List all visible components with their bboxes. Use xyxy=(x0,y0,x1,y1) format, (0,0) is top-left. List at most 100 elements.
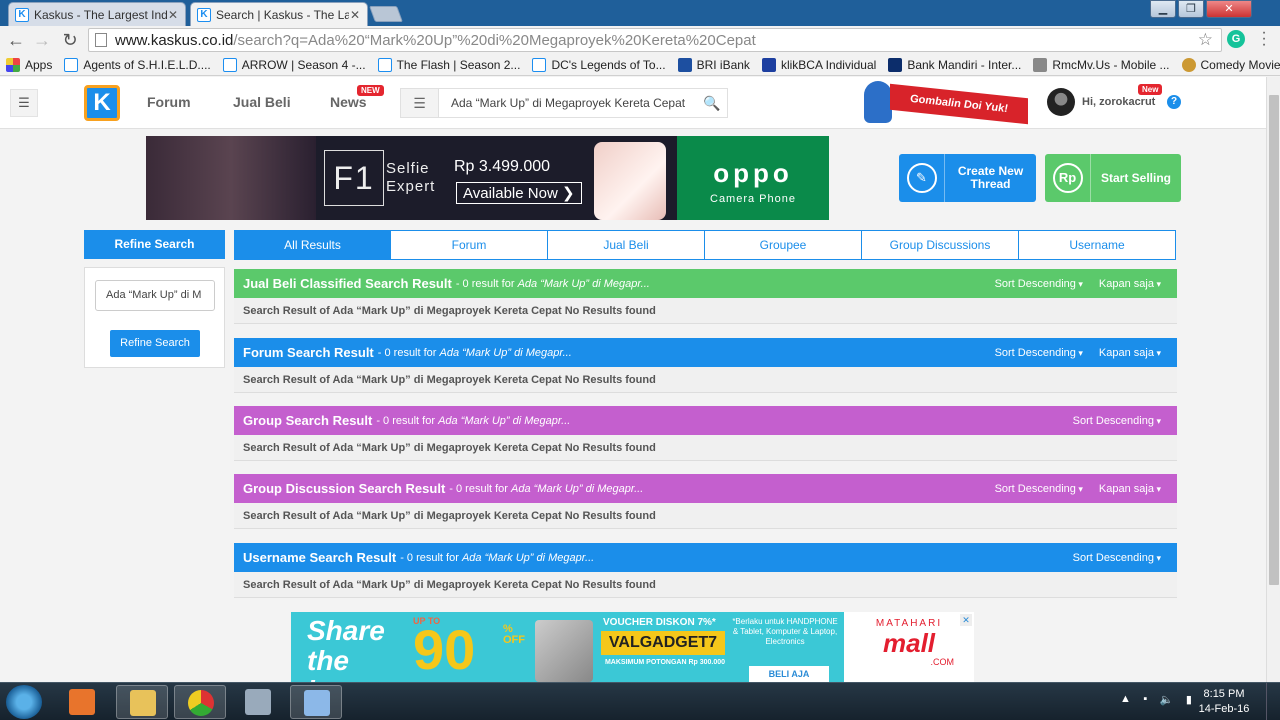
create-new-thread-button[interactable]: ✎ Create New Thread xyxy=(899,154,1036,202)
time-dropdown[interactable]: Kapan saja xyxy=(1099,278,1161,290)
volume-icon[interactable]: 🔈 xyxy=(1160,693,1174,711)
ad-berlaku: *Berlaku untuk HANDPHONE & Tablet, Kompu… xyxy=(732,617,838,646)
reload-icon[interactable]: ↻ xyxy=(60,30,80,50)
kaskus-logo[interactable]: K xyxy=(84,85,120,121)
bri-icon xyxy=(677,57,692,72)
tab-all-results[interactable]: All Results xyxy=(234,230,391,260)
page-scrollbar[interactable] xyxy=(1266,77,1280,682)
clock-date: 14-Feb-16 xyxy=(1198,703,1250,715)
bookmark-item[interactable]: ARROW | Season 4 -... xyxy=(222,57,366,72)
user-greeting[interactable]: Hi, zorokacrut xyxy=(1082,96,1155,108)
taskbar-explorer[interactable] xyxy=(116,685,168,719)
sort-dropdown[interactable]: Sort Descending xyxy=(1073,552,1161,564)
browser-toolbar: ← → ↻ www.kaskus.co.id/search?q=Ada%20“M… xyxy=(0,25,1280,54)
nav-jual-beli[interactable]: Jual Beli xyxy=(233,94,291,110)
browser-tab-kaskus-home[interactable]: K Kaskus - The Largest Indo ✕ xyxy=(8,2,186,26)
search-category-menu-icon[interactable]: ☰ xyxy=(401,89,439,117)
gombalin-promo[interactable]: Gombalin Doi Yuk! xyxy=(860,81,1030,127)
ad-phone-image xyxy=(535,620,593,682)
bookmark-item[interactable]: RmcMv.Us - Mobile ... xyxy=(1033,57,1170,72)
hamburger-menu-icon[interactable]: ☰ xyxy=(10,89,38,117)
oppo-banner-ad[interactable]: F1 Selfie Expert Rp 3.499.000 Available N… xyxy=(146,136,829,220)
calculator-icon xyxy=(245,689,271,715)
refine-search-input[interactable]: Ada “Mark Up” di M xyxy=(95,280,215,311)
bookmarks-bar: Apps Agents of S.H.I.E.L.D.... ARROW | S… xyxy=(0,54,1280,76)
tray-expand-icon[interactable]: ▲ xyxy=(1120,693,1131,711)
grammarly-extension-icon[interactable]: G xyxy=(1227,30,1245,48)
sort-dropdown[interactable]: Sort Descending xyxy=(995,483,1083,495)
signal-icon[interactable]: ▮ xyxy=(1186,693,1192,711)
taskbar-paint[interactable] xyxy=(290,685,342,719)
tab-groupee[interactable]: Groupee xyxy=(705,230,862,260)
bookmark-item[interactable]: klikBCA Individual xyxy=(761,57,876,72)
bookmark-label: Comedy Movies | Tri... xyxy=(1200,57,1280,72)
search-input[interactable]: Ada “Mark Up” di Megaproyek Kereta Cepat xyxy=(439,96,697,110)
address-bar[interactable]: www.kaskus.co.id/search?q=Ada%20“Mark%20… xyxy=(88,28,1222,52)
group-discussion-results-section: Group Discussion Search Result - 0 resul… xyxy=(234,474,1177,529)
minimize-button[interactable]: ▁ xyxy=(1150,0,1176,18)
restore-button[interactable]: ❐ xyxy=(1178,0,1204,18)
mandiri-icon xyxy=(888,57,903,72)
new-tab-button[interactable] xyxy=(369,6,403,22)
kaskus-icon xyxy=(64,57,79,72)
taskbar-calculator[interactable] xyxy=(232,685,284,719)
section-header: Group Discussion Search Result - 0 resul… xyxy=(234,474,1177,503)
time-dropdown[interactable]: Kapan saja xyxy=(1099,483,1161,495)
sort-dropdown[interactable]: Sort Descending xyxy=(995,278,1083,290)
bookmark-item[interactable]: Agents of S.H.I.E.L.D.... xyxy=(64,57,211,72)
search-icon[interactable]: 🔍 xyxy=(697,95,727,112)
taskbar-chrome[interactable] xyxy=(174,685,226,719)
taskbar-clock[interactable]: 8:15 PM 14-Feb-16 xyxy=(1196,687,1252,717)
bookmark-star-icon[interactable]: ☆ xyxy=(1198,30,1213,50)
clock-time: 8:15 PM xyxy=(1203,688,1245,700)
show-desktop-button[interactable] xyxy=(1266,683,1280,720)
tab-username[interactable]: Username xyxy=(1019,230,1176,260)
bookmark-item[interactable]: Comedy Movies | Tri... xyxy=(1181,57,1280,72)
sort-dropdown[interactable]: Sort Descending xyxy=(1073,415,1161,427)
refine-search-panel: Ada “Mark Up” di M Refine Search xyxy=(84,267,225,368)
mascot-icon xyxy=(864,81,892,123)
forward-arrow-icon[interactable]: → xyxy=(32,30,52,50)
tab-jual-beli[interactable]: Jual Beli xyxy=(548,230,705,260)
start-button[interactable] xyxy=(6,685,42,719)
tab-close-icon[interactable]: ✕ xyxy=(167,8,179,22)
section-header: Group Search Result - 0 result for Ada “… xyxy=(234,406,1177,435)
back-arrow-icon[interactable]: ← xyxy=(6,30,26,50)
nav-forum[interactable]: Forum xyxy=(147,94,191,110)
taskbar-media-player[interactable] xyxy=(56,685,108,719)
section-header: Forum Search Result - 0 result for Ada “… xyxy=(234,338,1177,367)
nav-news[interactable]: News xyxy=(330,94,367,110)
bookmark-label: BRI iBank xyxy=(696,57,750,72)
pencil-icon: ✎ xyxy=(906,163,937,193)
chrome-icon xyxy=(188,690,214,716)
section-meta: - 0 result for Ada “Mark Up” di Megapr..… xyxy=(400,552,594,564)
help-icon[interactable]: ? xyxy=(1167,95,1181,109)
section-body: Search Result of Ada “Mark Up” di Megapr… xyxy=(234,298,1177,324)
bookmark-item[interactable]: The Flash | Season 2... xyxy=(377,57,520,72)
tab-close-icon[interactable]: ✕ xyxy=(349,8,361,22)
pencil-icon-wrap: ✎ xyxy=(899,154,945,202)
scrollbar-thumb[interactable] xyxy=(1269,95,1279,585)
close-window-button[interactable]: ✕ xyxy=(1206,0,1252,18)
start-selling-button[interactable]: Rp Start Selling xyxy=(1045,154,1181,202)
tab-label: Kaskus - The Largest Indo xyxy=(34,7,167,22)
section-header: Username Search Result - 0 result for Ad… xyxy=(234,543,1177,572)
bookmark-apps[interactable]: Apps xyxy=(6,57,52,72)
rupiah-icon-wrap: Rp xyxy=(1045,154,1091,202)
bookmark-item[interactable]: BRI iBank xyxy=(677,57,750,72)
sort-dropdown[interactable]: Sort Descending xyxy=(995,347,1083,359)
network-icon[interactable]: ▪ xyxy=(1143,693,1147,711)
bookmark-item[interactable]: Bank Mandiri - Inter... xyxy=(888,57,1021,72)
browser-menu-icon[interactable]: · · · xyxy=(1258,25,1270,53)
tab-forum[interactable]: Forum xyxy=(391,230,548,260)
group-results-section: Group Search Result - 0 result for Ada “… xyxy=(234,406,1177,461)
tab-group-discussions[interactable]: Group Discussions xyxy=(862,230,1019,260)
ad-close-icon[interactable]: ✕ xyxy=(960,614,972,626)
refine-search-button[interactable]: Refine Search xyxy=(110,330,200,357)
browser-tab-search[interactable]: K Search | Kaskus - The Larg ✕ xyxy=(190,2,368,26)
matahari-mall-banner-ad[interactable]: Share the love UP TO 90 % OFF VOUCHER DI… xyxy=(291,612,974,682)
time-dropdown[interactable]: Kapan saja xyxy=(1099,347,1161,359)
bookmark-item[interactable]: DC's Legends of To... xyxy=(532,57,666,72)
result-count: - 0 result for xyxy=(400,551,459,564)
avatar[interactable] xyxy=(1047,88,1075,116)
